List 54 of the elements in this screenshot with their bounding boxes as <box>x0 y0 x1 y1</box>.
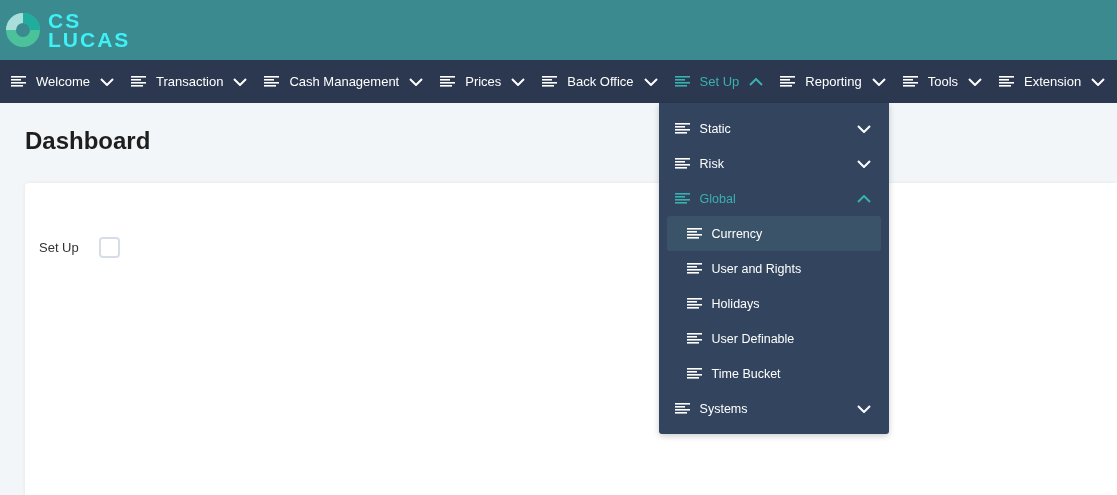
submenu-item[interactable]: User and Rights <box>666 251 881 286</box>
menu-lines-icon <box>440 76 456 87</box>
checkbox[interactable] <box>98 236 120 258</box>
nav-menu-item[interactable]: Welcome <box>0 60 120 103</box>
chevron-down-icon <box>856 159 871 168</box>
dropdown-menu-item[interactable]: Global <box>658 181 889 216</box>
menu-lines-icon <box>264 76 280 87</box>
logo-icon <box>6 13 40 47</box>
submenu-item[interactable]: Time Bucket <box>666 356 881 391</box>
menu-lines-icon <box>686 228 702 239</box>
submenu-item[interactable]: Currency <box>666 216 881 251</box>
menu-lines-icon <box>686 298 702 309</box>
chevron-down-icon <box>968 77 983 86</box>
chevron-down-icon <box>1091 77 1106 86</box>
menu-lines-icon <box>902 76 918 87</box>
menu-lines-icon <box>11 76 26 87</box>
chevron-down-icon <box>99 77 114 86</box>
page-title: Dashboard <box>25 127 151 155</box>
menu-lines-icon <box>674 76 690 87</box>
chevron-down-icon <box>856 124 871 133</box>
menu-lines-icon <box>999 76 1015 87</box>
nav-menu-item[interactable]: Prices <box>429 60 532 103</box>
menu-lines-icon <box>686 333 702 344</box>
chevron-down-icon <box>409 77 424 86</box>
field-label: Set Up <box>39 239 79 255</box>
logo-text: CS LUCAS <box>48 11 131 49</box>
chevron-down-icon <box>643 77 658 86</box>
nav-menu-item[interactable]: Cash Management <box>253 60 430 103</box>
menu-lines-icon <box>686 263 702 274</box>
menu-lines-icon <box>130 76 146 87</box>
chevron-down-icon <box>856 404 871 413</box>
menu-lines-icon <box>674 158 690 169</box>
nav-menu-item[interactable]: Tools <box>891 60 989 103</box>
nav-menu-item[interactable]: Reporting <box>769 60 892 103</box>
menu-lines-icon <box>674 193 690 204</box>
menu-lines-icon <box>542 76 558 87</box>
chevron-down-icon <box>871 77 886 86</box>
chevron-up-icon <box>856 194 871 203</box>
submenu-item[interactable]: User Definable <box>666 321 881 356</box>
menu-lines-icon <box>674 403 690 414</box>
dropdown-menu-item[interactable]: Static <box>658 111 889 146</box>
chevron-up-icon <box>749 77 764 86</box>
menu-lines-icon <box>780 76 796 87</box>
nav-menu-item[interactable]: Set Up <box>663 60 770 103</box>
menu-lines-icon <box>674 123 690 134</box>
nav-menu-item[interactable]: Back Office <box>531 60 664 103</box>
dropdown-menu-item[interactable]: Risk <box>658 146 889 181</box>
chevron-down-icon <box>511 77 526 86</box>
submenu-item[interactable]: Holidays <box>666 286 881 321</box>
chevron-down-icon <box>233 77 248 86</box>
menu-lines-icon <box>686 368 702 379</box>
nav-menu-item[interactable]: Transaction <box>119 60 254 103</box>
nav-menu-item[interactable]: Extension <box>988 60 1112 103</box>
dropdown-menu-item[interactable]: Systems <box>658 391 889 426</box>
